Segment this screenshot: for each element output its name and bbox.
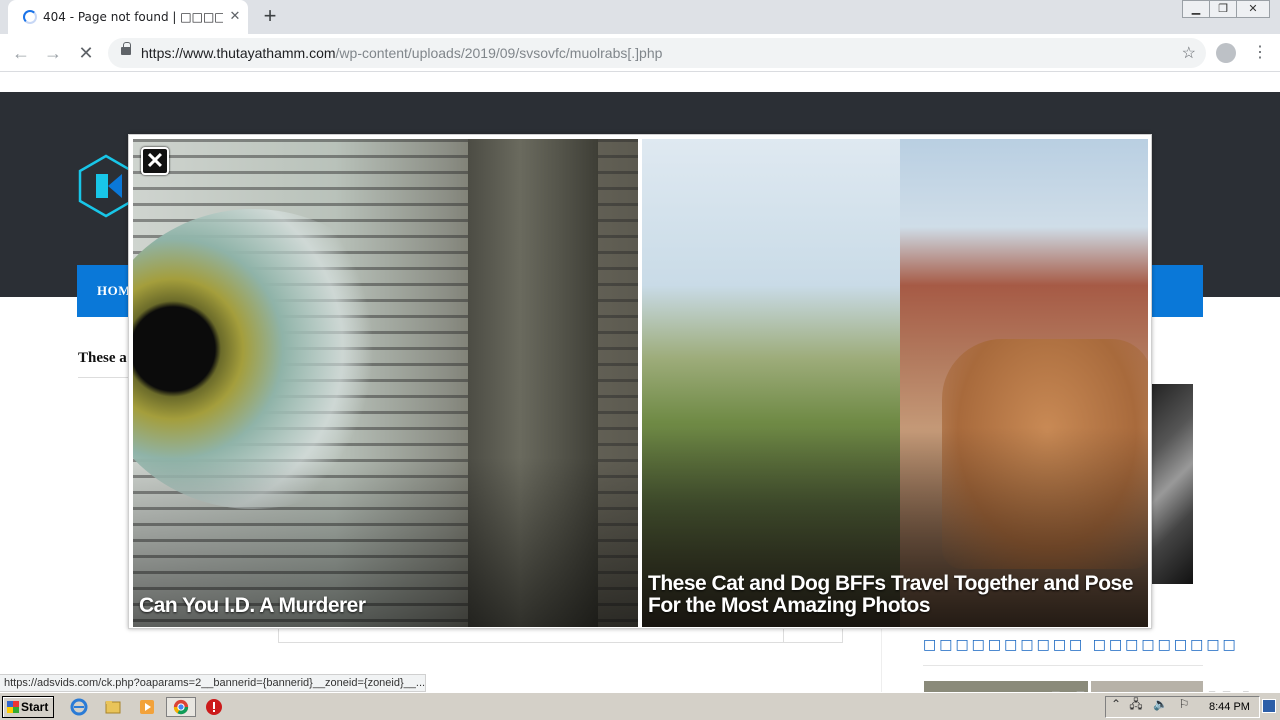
- tray-expand-icon[interactable]: ⌃: [1109, 697, 1123, 711]
- sidebar-heading: □□□□□□□□□□ □□□□□□□□□: [923, 637, 1239, 653]
- profile-avatar-icon[interactable]: [1216, 43, 1236, 63]
- windows-logo-icon: [7, 701, 19, 713]
- restore-button[interactable]: ❐: [1209, 0, 1237, 18]
- tab-strip: 404 - Page not found | □□□□□□□□ ✕ + ▁ ❐ …: [0, 0, 1280, 34]
- menu-kebab-icon[interactable]: ⋮: [1252, 42, 1268, 64]
- ad-card-murderer[interactable]: Can You I.D. A Murderer: [133, 139, 638, 627]
- lock-icon: [121, 42, 131, 55]
- forward-button[interactable]: →: [40, 40, 66, 66]
- post-title[interactable]: These a: [78, 350, 127, 367]
- media-player-icon[interactable]: [138, 698, 156, 716]
- chrome-icon: [173, 699, 189, 715]
- content-box: [278, 627, 843, 643]
- minimize-button[interactable]: ▁: [1182, 0, 1210, 18]
- link-status-bubble: https://adsvids.com/ck.php?oaparams=2__b…: [0, 674, 426, 692]
- tab-close-icon[interactable]: ✕: [226, 7, 244, 25]
- popup-ad-overlay: Can You I.D. A Murderer These Cat and Do…: [128, 134, 1152, 629]
- ad-caption: Can You I.D. A Murderer: [139, 594, 366, 617]
- anyrun-watermark: ANY RUN: [1040, 682, 1254, 692]
- site-logo-icon[interactable]: [78, 154, 134, 218]
- internet-explorer-icon[interactable]: [70, 698, 88, 716]
- close-window-button[interactable]: ✕: [1236, 0, 1270, 18]
- bookmark-star-icon[interactable]: ☆: [1182, 43, 1196, 63]
- network-icon[interactable]: 🖧: [1129, 697, 1143, 711]
- ad-close-button[interactable]: ✕: [141, 147, 169, 175]
- taskbar-clock[interactable]: 8:44 PM: [1209, 701, 1250, 713]
- browser-toolbar: ← → ✕ https://www.thutayathamm.com/wp-co…: [0, 34, 1280, 72]
- ad-caption: These Cat and Dog BFFs Travel Together a…: [648, 572, 1133, 617]
- show-desktop-icon[interactable]: [1262, 699, 1276, 713]
- sidebar-thumbnail[interactable]: [1150, 384, 1193, 584]
- action-center-flag-icon[interactable]: ⚐: [1177, 697, 1191, 711]
- url-text: https://www.thutayathamm.com/wp-content/…: [141, 45, 663, 61]
- start-button[interactable]: Start: [2, 696, 54, 718]
- address-bar[interactable]: https://www.thutayathamm.com/wp-content/…: [108, 38, 1206, 68]
- ad-card-cat-dog[interactable]: These Cat and Dog BFFs Travel Together a…: [642, 139, 1148, 627]
- tab-title: 404 - Page not found | □□□□□□□□: [43, 10, 223, 24]
- browser-tab[interactable]: 404 - Page not found | □□□□□□□□ ✕: [8, 0, 248, 34]
- loading-spinner-icon: [23, 10, 37, 24]
- back-button[interactable]: ←: [8, 40, 34, 66]
- stop-sign-icon[interactable]: [205, 698, 223, 716]
- divider: [923, 665, 1203, 666]
- chrome-taskbar-button[interactable]: [166, 697, 196, 717]
- windows-taskbar: Start ⌃ 🖧 🔈 ⚐ 8:44 PM: [0, 692, 1280, 720]
- volume-icon[interactable]: 🔈: [1153, 697, 1168, 711]
- stop-loading-button[interactable]: ✕: [73, 40, 99, 66]
- file-explorer-icon[interactable]: [104, 698, 122, 716]
- new-tab-button[interactable]: +: [258, 4, 282, 28]
- nav-item-home[interactable]: HOM: [97, 283, 131, 299]
